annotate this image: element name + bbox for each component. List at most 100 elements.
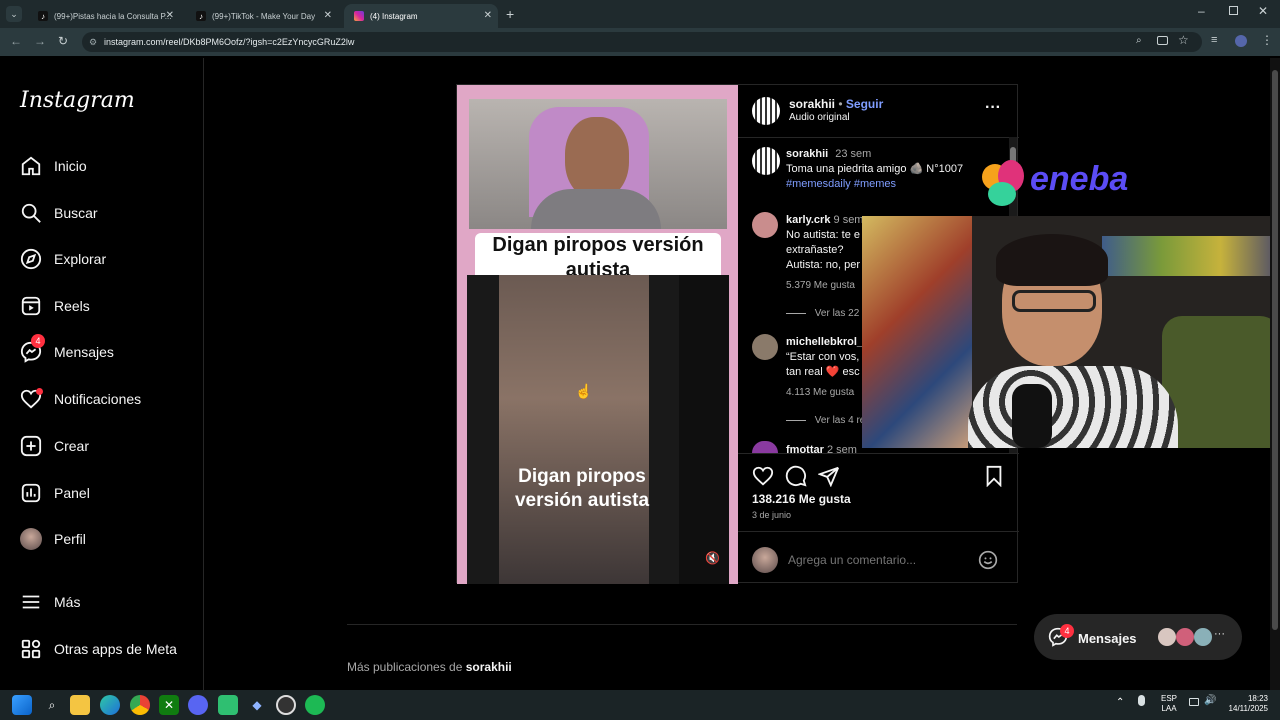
comment-user[interactable]: karly.crk bbox=[786, 214, 830, 226]
compass-icon bbox=[20, 248, 42, 270]
sidebar-item-mas[interactable]: Más bbox=[20, 590, 80, 614]
search-icon bbox=[21, 203, 41, 223]
comment-user[interactable]: fmottar bbox=[786, 444, 824, 453]
comment-avatar[interactable] bbox=[752, 441, 778, 453]
reload-icon[interactable]: ↻ bbox=[58, 34, 68, 48]
menu-kebab-icon[interactable]: ⋮ bbox=[1261, 33, 1273, 47]
install-icon[interactable] bbox=[1157, 36, 1168, 45]
forward-icon[interactable]: → bbox=[34, 34, 46, 48]
caption-author[interactable]: sorakhii bbox=[786, 148, 828, 160]
bookmark-star-icon[interactable]: ☆ bbox=[1178, 33, 1189, 47]
obs-icon[interactable] bbox=[276, 695, 296, 715]
close-icon[interactable]: ✕ bbox=[324, 10, 332, 21]
language-indicator[interactable]: ESP LAA bbox=[1161, 694, 1177, 714]
back-icon[interactable]: ← bbox=[10, 34, 22, 48]
follow-button[interactable]: Seguir bbox=[846, 97, 883, 111]
microphone-tray-icon[interactable] bbox=[1138, 695, 1145, 706]
sidebar-item-perfil[interactable]: Perfil bbox=[20, 527, 86, 551]
reels-icon bbox=[21, 296, 41, 316]
tab-1[interactable]: ♪ (99+)Pistas hacia la Consulta P... ✕ bbox=[28, 4, 180, 28]
media-caption-bottom-text: Digan piropos versión autista bbox=[514, 466, 650, 511]
sidebar-item-reels[interactable]: Reels bbox=[20, 294, 90, 318]
gem-app-icon[interactable]: ◆ bbox=[247, 695, 267, 715]
comment-time: 2 sem bbox=[826, 444, 857, 453]
volume-icon[interactable]: 🔊 bbox=[1204, 695, 1216, 706]
lang-bottom: LAA bbox=[1161, 704, 1177, 713]
messages-badge: 4 bbox=[31, 334, 45, 348]
sidebar-item-buscar[interactable]: Buscar bbox=[20, 201, 98, 225]
tray-expand-icon[interactable]: ⌃ bbox=[1116, 697, 1124, 708]
minimize-icon[interactable]: – bbox=[1198, 4, 1205, 18]
comment-avatar[interactable] bbox=[752, 212, 778, 238]
author-name[interactable]: sorakhii bbox=[789, 97, 835, 111]
footer-divider bbox=[347, 624, 1017, 625]
more-posts-user[interactable]: sorakhii bbox=[466, 660, 512, 674]
messages-floating-button[interactable]: 4 Mensajes ··· bbox=[1034, 614, 1242, 660]
restore-icon[interactable] bbox=[1229, 6, 1238, 15]
sidebar-item-inicio[interactable]: Inicio bbox=[20, 154, 87, 178]
close-window-icon[interactable]: ✕ bbox=[1258, 4, 1268, 18]
discord-icon[interactable] bbox=[188, 695, 208, 715]
audio-label[interactable]: Audio original bbox=[789, 112, 850, 123]
comment-bubble-icon[interactable] bbox=[785, 465, 807, 487]
caption-text: Toma una piedrita amigo 🪨 N°1007 bbox=[786, 163, 964, 175]
author-avatar[interactable] bbox=[752, 97, 780, 125]
site-info-icon[interactable]: ⚙ bbox=[89, 32, 97, 52]
page-scrollbar[interactable] bbox=[1270, 58, 1280, 690]
sidebar-item-meta[interactable]: Otras apps de Meta bbox=[20, 637, 177, 661]
likes-count[interactable]: 138.216 Me gusta bbox=[752, 492, 851, 506]
spotify-icon[interactable] bbox=[305, 695, 325, 715]
reel-video[interactable]: Digan piropos versión autista Digan piro… bbox=[457, 85, 738, 584]
sidebar-item-crear[interactable]: Crear bbox=[20, 434, 89, 458]
sidebar-item-panel[interactable]: Panel bbox=[20, 481, 90, 505]
tab-search-icon[interactable]: ⌄ bbox=[6, 6, 22, 22]
caption-avatar[interactable] bbox=[752, 147, 780, 175]
comment-avatar[interactable] bbox=[752, 334, 778, 360]
share-send-icon[interactable] bbox=[818, 465, 840, 487]
url-field[interactable]: ⚙ instagram.com/reel/DKb8PM6Oofz/?igsh=c… bbox=[82, 32, 1202, 52]
file-explorer-icon[interactable] bbox=[70, 695, 90, 715]
video-top-frame bbox=[469, 99, 727, 229]
caption-tags[interactable]: #memesdaily #memes bbox=[786, 178, 896, 190]
sidebar-item-label: Inicio bbox=[54, 158, 87, 174]
dot-separator: • bbox=[838, 97, 843, 111]
more-options-icon[interactable]: ··· bbox=[985, 99, 1001, 117]
replies-line bbox=[786, 419, 806, 421]
chat-avatar bbox=[1194, 628, 1212, 646]
comment-user[interactable]: michellebkrol_ bbox=[786, 336, 863, 348]
view-replies[interactable]: Ver las 4 re bbox=[786, 415, 865, 426]
clock[interactable]: 18:23 14/11/2025 bbox=[1224, 694, 1268, 714]
sidebar-item-explorar[interactable]: Explorar bbox=[20, 247, 106, 271]
network-icon[interactable] bbox=[1189, 698, 1199, 706]
sidebar-item-notificaciones[interactable]: Notificaciones bbox=[20, 387, 141, 411]
emoji-icon[interactable] bbox=[978, 550, 998, 570]
tab-2[interactable]: ♪ (99+)TikTok - Make Your Day ✕ bbox=[186, 4, 338, 28]
close-icon[interactable]: ✕ bbox=[166, 10, 174, 21]
new-tab-icon[interactable]: + bbox=[506, 6, 514, 22]
like-heart-icon[interactable] bbox=[752, 465, 774, 487]
comment-input[interactable] bbox=[788, 551, 968, 569]
hamburger-menu-icon bbox=[22, 595, 40, 609]
media-controls-icon[interactable]: ≡ bbox=[1211, 34, 1217, 46]
xbox-icon[interactable]: ✕ bbox=[159, 695, 179, 715]
comment-text: “Estar con vos, tan real ❤️ esc bbox=[786, 351, 860, 378]
chrome-icon[interactable] bbox=[130, 695, 150, 715]
edge-icon[interactable] bbox=[100, 695, 120, 715]
sidebar-item-label: Mensajes bbox=[54, 344, 114, 360]
page-scrollbar-thumb[interactable] bbox=[1272, 70, 1278, 630]
mute-icon[interactable]: 🔇 bbox=[705, 551, 720, 565]
comment-likes[interactable]: 4.113 Me gusta bbox=[786, 387, 854, 398]
windows-start-icon[interactable] bbox=[12, 695, 32, 715]
profile-avatar-icon[interactable] bbox=[1235, 35, 1247, 47]
game-app-icon[interactable] bbox=[218, 695, 238, 715]
logo-green-shape bbox=[988, 182, 1016, 206]
view-replies[interactable]: Ver las 22 r bbox=[786, 308, 865, 319]
close-icon[interactable]: ✕ bbox=[484, 10, 492, 21]
sidebar-item-mensajes[interactable]: 4 Mensajes bbox=[20, 334, 114, 364]
comment-likes[interactable]: 5.379 Me gusta bbox=[786, 280, 855, 291]
tab-3[interactable]: (4) Instagram ✕ bbox=[344, 4, 498, 28]
instagram-logo[interactable]: Instagram bbox=[20, 88, 135, 113]
save-bookmark-icon[interactable] bbox=[984, 465, 1004, 487]
search-icon[interactable]: ⌕ bbox=[42, 695, 62, 715]
zoom-icon[interactable]: ⌕ bbox=[1136, 35, 1142, 46]
